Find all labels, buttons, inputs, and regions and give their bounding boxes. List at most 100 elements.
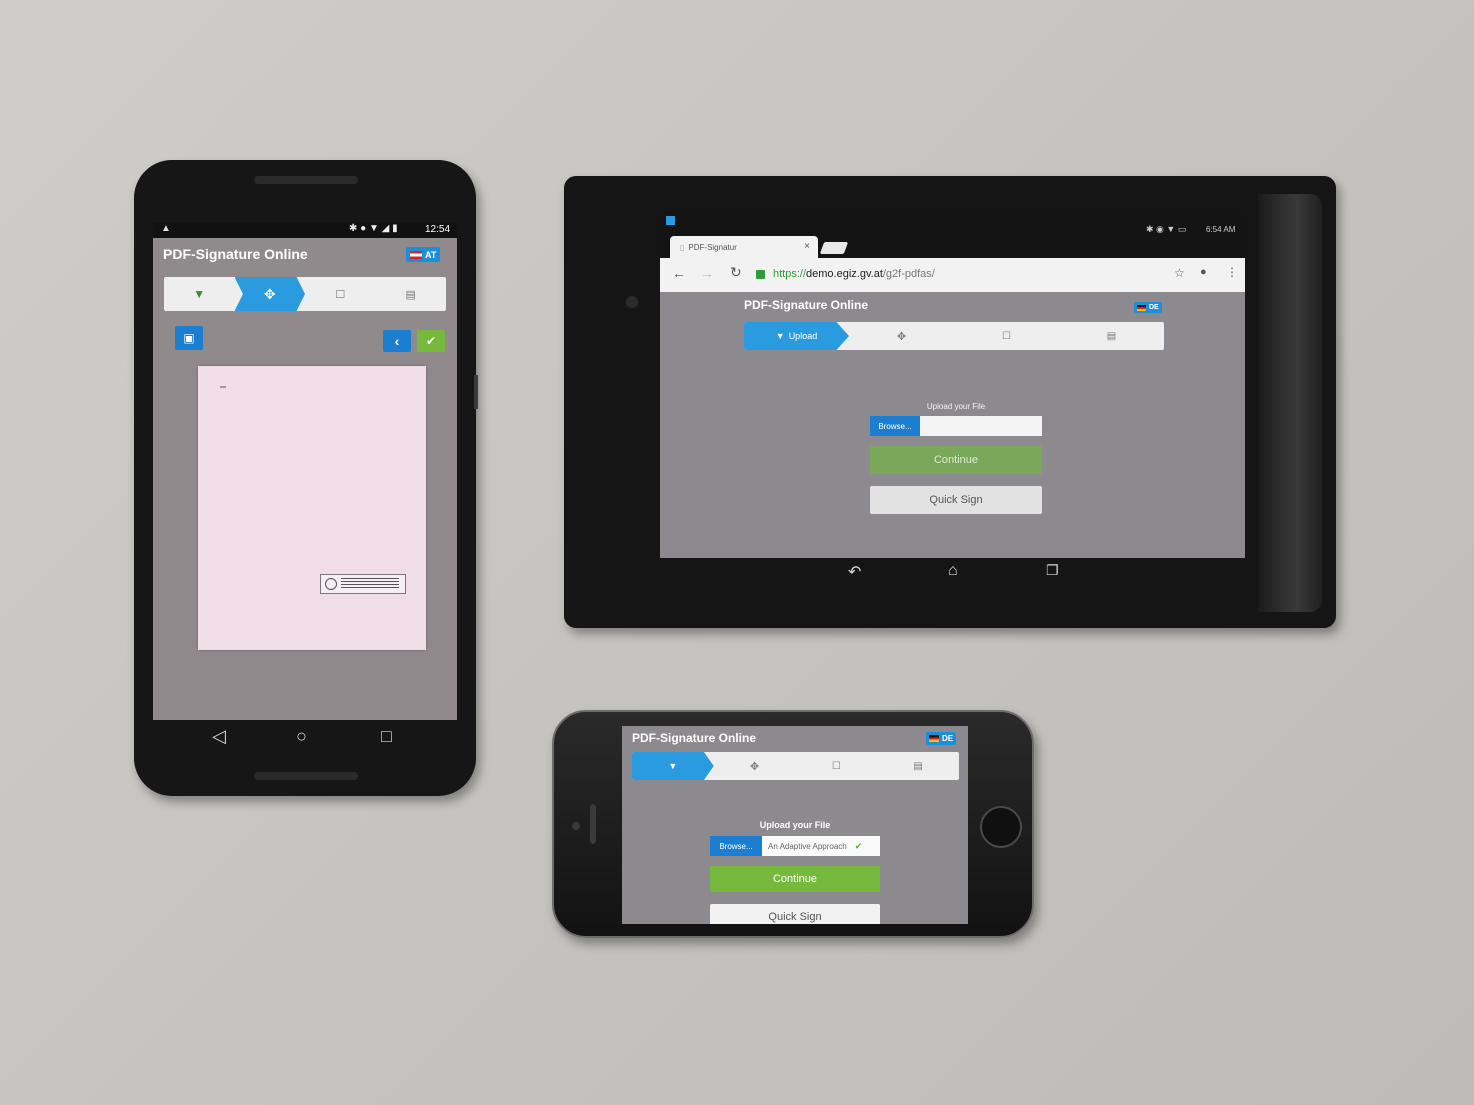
- step-upload[interactable]: ▼: [164, 277, 235, 311]
- step-upload[interactable]: ▼ Upload: [744, 322, 849, 350]
- tab-title: PDF-Signatur: [688, 242, 737, 252]
- step-sign[interactable]: ☐: [954, 322, 1059, 350]
- move-icon: ✥: [750, 760, 760, 773]
- url-scheme: https://: [773, 268, 807, 280]
- sign-icon: ▤: [1106, 330, 1117, 342]
- signature-lines: [341, 578, 399, 590]
- pdf-page-preview[interactable]: [198, 366, 426, 650]
- back-icon[interactable]: ↶: [848, 562, 861, 582]
- move-icon: ✥: [896, 330, 907, 343]
- language-label: DE: [942, 734, 954, 743]
- check-icon: ✔: [854, 840, 863, 851]
- step-upload-label: Upload: [788, 331, 818, 341]
- status-time: 12:54: [425, 224, 451, 235]
- lock-icon: [756, 269, 765, 279]
- browse-button[interactable]: Browse...: [710, 836, 762, 856]
- status-icons: ✱ ● ▼ ◢ ▮: [349, 223, 398, 234]
- browse-button[interactable]: Browse...: [870, 416, 920, 436]
- tab-close-icon[interactable]: ×: [804, 241, 810, 252]
- step-download[interactable]: ▤: [1059, 322, 1164, 350]
- web-page: PDF-Signature Online DE ▼ Upload ✥ ☐ ▤ U…: [660, 292, 1245, 558]
- step-upload[interactable]: ▼: [632, 752, 714, 780]
- app-title: PDF-Signature Online: [632, 731, 757, 745]
- file-name-field[interactable]: [920, 416, 1042, 436]
- file-icon: ▼: [668, 761, 678, 771]
- germany-flag-icon: [929, 735, 939, 742]
- microphone-icon[interactable]: ●: [1200, 266, 1207, 278]
- confirm-button[interactable]: ✔: [417, 330, 445, 352]
- step-download[interactable]: ▤: [376, 277, 447, 311]
- check-icon: ✔: [425, 334, 437, 348]
- app-title: PDF-Signature Online: [744, 298, 869, 312]
- file-name: An Adaptive Approach: [768, 841, 847, 851]
- browser-tab[interactable]: ▯ PDF-Signatur ×: [670, 236, 818, 258]
- upload-label: Upload your File: [926, 402, 986, 411]
- austria-flag-icon: [410, 250, 422, 259]
- step-progress: ▼ Upload ✥ ☐ ▤: [744, 322, 1164, 350]
- star-icon[interactable]: ☆: [1174, 266, 1185, 280]
- tablet: ✱ ◉ ▼ ▭ 6:54 AM ▯ PDF-Signatur × ← → ↻ h…: [564, 176, 1336, 628]
- android-phone: ▲ ✱ ● ▼ ◢ ▮ 12:54 PDF-Signature Online A…: [134, 160, 478, 796]
- earpiece-speaker: [254, 176, 358, 184]
- bottom-speaker: [254, 772, 358, 780]
- continue-button[interactable]: Continue: [870, 446, 1042, 474]
- page-text-mark: [220, 386, 226, 388]
- move-icon: ✥: [263, 285, 276, 302]
- recents-square-icon[interactable]: □: [381, 726, 392, 747]
- continue-button[interactable]: Continue: [710, 866, 880, 892]
- status-time: 6:54 AM: [1206, 225, 1236, 234]
- photo-scene: { "android_phone": { "status_time": "12:…: [0, 0, 1474, 1105]
- language-label: AT: [425, 249, 437, 260]
- tablet-right-bezel: [1258, 194, 1322, 612]
- upload-label: Upload your File: [759, 820, 831, 830]
- step-sign[interactable]: ☐: [796, 752, 878, 780]
- tablet-screen: ✱ ◉ ▼ ▭ 6:54 AM ▯ PDF-Signatur × ← → ↻ h…: [660, 212, 1245, 558]
- file-name-field[interactable]: An Adaptive Approach ✔: [762, 836, 880, 856]
- language-button[interactable]: AT: [406, 247, 441, 262]
- status-icons: ✱ ◉ ▼ ▭: [1146, 224, 1187, 234]
- step-sign[interactable]: ☐: [305, 277, 376, 311]
- back-button[interactable]: ‹: [383, 330, 411, 352]
- language-button[interactable]: DE: [926, 732, 957, 745]
- side-button: [474, 375, 478, 409]
- front-camera: [626, 296, 638, 308]
- home-icon[interactable]: ⌂: [948, 562, 958, 580]
- edit-icon: ☐: [1002, 330, 1011, 342]
- step-progress: ▼ ✥ ☐ ▤: [632, 752, 959, 780]
- new-tab-button[interactable]: [819, 242, 849, 254]
- file-icon: ▼: [775, 331, 785, 341]
- back-triangle-icon[interactable]: ◁: [212, 726, 226, 747]
- file-picker: Browse...: [870, 416, 1042, 436]
- sign-icon: ▤: [913, 760, 923, 772]
- app-title: PDF-Signature Online: [163, 246, 308, 262]
- signature-block[interactable]: [320, 574, 406, 594]
- address-bar[interactable]: https:// demo.egiz.gv.at /g2f-pdfas/: [756, 264, 1156, 284]
- language-button[interactable]: DE: [1134, 302, 1162, 313]
- front-camera: [572, 822, 580, 830]
- more-menu-icon[interactable]: ⋮: [1226, 265, 1238, 279]
- reload-icon[interactable]: ↻: [730, 264, 742, 281]
- step-position[interactable]: ✥: [234, 277, 305, 311]
- step-progress: ▼ ✥ ☐ ▤: [164, 277, 446, 311]
- home-circle-icon[interactable]: ○: [296, 726, 307, 747]
- quick-sign-button[interactable]: Quick Sign: [870, 486, 1042, 514]
- recents-icon[interactable]: ❐: [1046, 562, 1059, 579]
- file-icon: ▼: [193, 287, 206, 301]
- back-arrow-icon[interactable]: ←: [672, 265, 686, 281]
- step-position[interactable]: ✥: [849, 322, 954, 350]
- clipboard-icon: ▣: [183, 331, 195, 345]
- url-path: /g2f-pdfas/: [882, 268, 935, 280]
- step-position[interactable]: ✥: [714, 752, 796, 780]
- home-button[interactable]: [980, 806, 1022, 848]
- quick-sign-button[interactable]: Quick Sign: [710, 904, 880, 924]
- step-download[interactable]: ▤: [877, 752, 959, 780]
- forward-arrow-icon[interactable]: →: [700, 265, 714, 281]
- url-host: demo.egiz.gv.at: [806, 268, 883, 280]
- page-icon: ▯: [680, 242, 685, 252]
- file-picker: Browse... An Adaptive Approach ✔: [710, 836, 880, 856]
- edit-icon: ☐: [335, 288, 346, 301]
- clipboard-button[interactable]: ▣: [175, 326, 203, 350]
- iphone-screen: PDF-Signature Online DE ▼ ✥ ☐ ▤ Upload y…: [622, 726, 968, 924]
- sign-icon: ▤: [405, 288, 416, 301]
- iphone: PDF-Signature Online DE ▼ ✥ ☐ ▤ Upload y…: [552, 710, 1034, 938]
